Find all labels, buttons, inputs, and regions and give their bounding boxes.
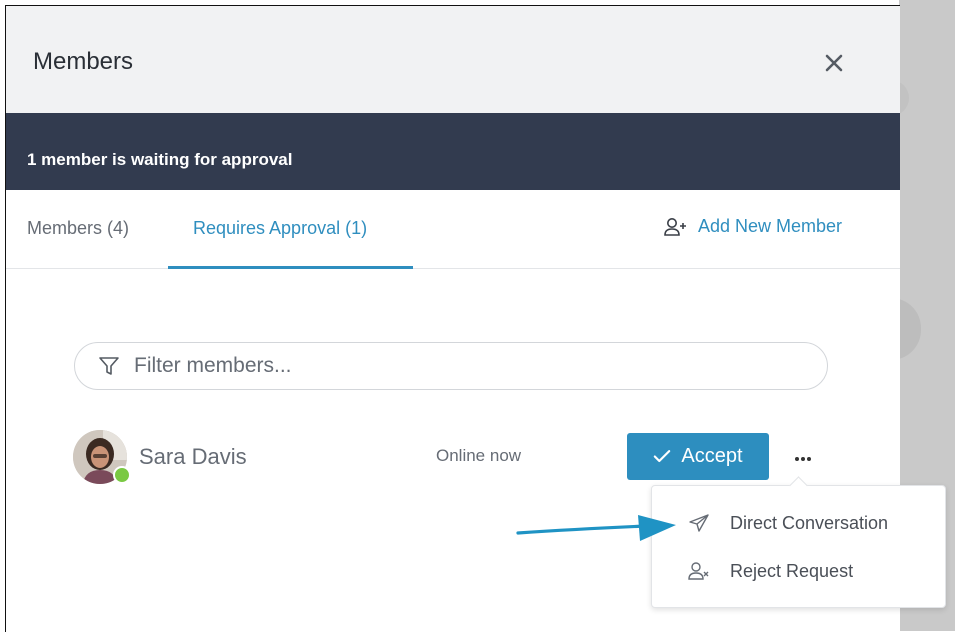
accept-button[interactable]: Accept <box>627 433 769 480</box>
menu-item-reject-request[interactable]: Reject Request <box>652 549 945 593</box>
add-new-member-button[interactable]: Add New Member <box>663 216 842 237</box>
tab-requires-approval[interactable]: Requires Approval (1) <box>193 218 367 239</box>
filter-icon <box>99 357 119 375</box>
filter-members-field[interactable] <box>74 342 828 390</box>
active-tab-indicator <box>168 266 413 269</box>
more-options-button[interactable] <box>790 446 816 466</box>
more-horizontal-icon <box>795 457 811 461</box>
filter-members-input[interactable] <box>132 353 776 379</box>
user-plus-icon <box>664 217 686 236</box>
send-icon <box>689 514 709 532</box>
menu-item-label: Reject Request <box>730 560 854 581</box>
pointer-arrow <box>516 515 676 541</box>
dialog-title: Members <box>33 48 134 75</box>
menu-item-label: Direct Conversation <box>730 512 889 533</box>
avatar <box>73 430 131 484</box>
member-status: Online now <box>436 446 522 465</box>
members-dialog: Members 1 member is waiting for approval… <box>5 5 946 632</box>
approval-banner: 1 member is waiting for approval <box>6 113 900 190</box>
dialog-header: Members <box>6 6 900 113</box>
member-name: Sara Davis <box>139 444 247 469</box>
menu-item-direct-conversation[interactable]: Direct Conversation <box>652 501 945 545</box>
member-options-menu: Direct Conversation Reject Request <box>651 476 946 608</box>
tab-bar: Members (4) Requires Approval (1) Add Ne… <box>6 190 900 269</box>
accept-label: Accept <box>681 445 743 467</box>
check-icon <box>654 450 671 463</box>
add-new-member-label: Add New Member <box>698 216 843 236</box>
online-status-dot <box>113 466 131 484</box>
approval-banner-text: 1 member is waiting for approval <box>27 150 293 169</box>
tab-members[interactable]: Members (4) <box>27 218 129 239</box>
menu-caret <box>789 476 808 495</box>
user-x-icon <box>688 562 709 580</box>
close-button[interactable] <box>820 49 848 77</box>
close-icon <box>825 54 843 72</box>
